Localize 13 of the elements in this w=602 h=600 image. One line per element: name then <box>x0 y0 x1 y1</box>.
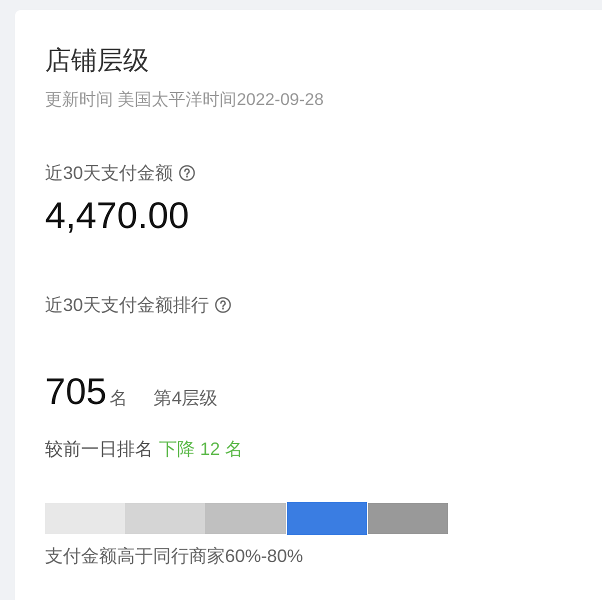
metric-label: 近30天支付金额排行 <box>45 294 210 317</box>
rank-value: 705 <box>45 370 107 414</box>
card-title: 店铺层级 <box>45 44 150 77</box>
metric-label: 近30天支付金额 <box>45 162 174 185</box>
change-value: 下降 12 名 <box>159 438 244 461</box>
help-icon[interactable] <box>179 165 196 181</box>
help-icon[interactable] <box>215 297 232 313</box>
update-time: 更新时间 美国太平洋时间2022-09-28 <box>45 89 325 111</box>
rank-unit: 名 <box>110 387 128 410</box>
change-label: 较前一日排名 <box>45 438 153 461</box>
tier-caption: 支付金额高于同行商家60%-80% <box>45 545 304 568</box>
metric-value: 4,470.00 <box>45 194 190 238</box>
tier-label: 第4层级 <box>154 387 218 410</box>
